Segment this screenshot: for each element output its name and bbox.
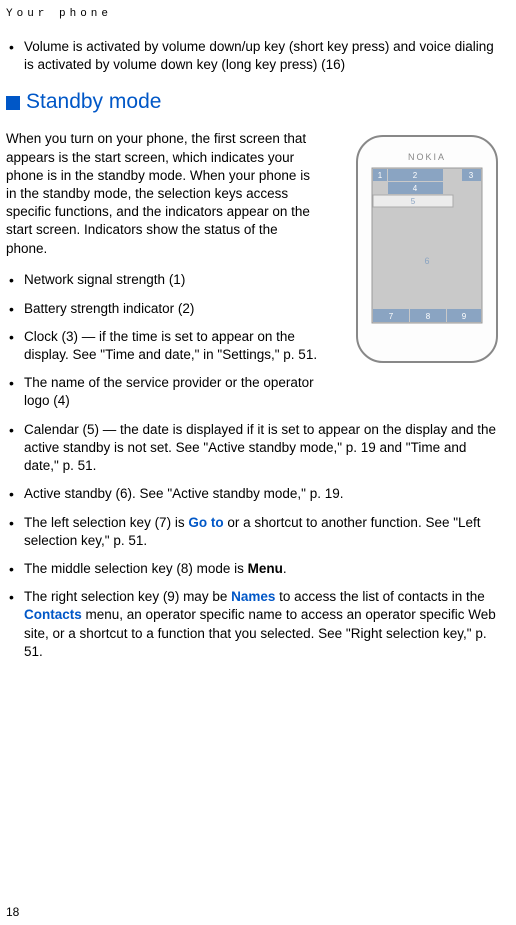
square-icon xyxy=(6,96,20,110)
list-item: The name of the service provider or the … xyxy=(6,374,334,410)
list-item: Calendar (5) — the date is displayed if … xyxy=(6,421,502,476)
svg-text:6: 6 xyxy=(424,256,429,266)
phone-figure: NOKIA 1 2 3 4 5 6 7 xyxy=(352,134,502,364)
svg-text:9: 9 xyxy=(462,312,467,321)
list-item: The left selection key (7) is Go to or a… xyxy=(6,514,502,550)
running-head: Your phone xyxy=(6,8,502,20)
svg-text:3: 3 xyxy=(469,171,474,180)
svg-text:7: 7 xyxy=(389,312,394,321)
bullet-top: Volume is activated by volume down/up ke… xyxy=(6,38,502,74)
svg-text:8: 8 xyxy=(426,312,431,321)
link-names: Names xyxy=(231,589,275,604)
link-contacts: Contacts xyxy=(24,607,82,622)
section-intro: When you turn on your phone, the first s… xyxy=(6,130,316,258)
menu-label: Menu xyxy=(248,561,283,576)
svg-text:2: 2 xyxy=(413,171,418,180)
svg-text:1: 1 xyxy=(378,171,383,180)
svg-text:5: 5 xyxy=(411,197,416,206)
list-item: Active standby (6). See "Active standby … xyxy=(6,485,502,503)
list-item: Clock (3) — if the time is set to appear… xyxy=(6,328,334,364)
list-item: The middle selection key (8) mode is Men… xyxy=(6,560,502,578)
list-item: The right selection key (9) may be Names… xyxy=(6,588,502,661)
phone-illustration: NOKIA 1 2 3 4 5 6 7 xyxy=(352,134,502,364)
list-item: Battery strength indicator (2) xyxy=(6,300,334,318)
svg-text:4: 4 xyxy=(413,184,418,193)
link-goto: Go to xyxy=(188,515,223,530)
section-title: Standby mode xyxy=(26,88,161,116)
page-number: 18 xyxy=(6,905,19,919)
brand-label: NOKIA xyxy=(408,152,446,162)
section-heading: Standby mode xyxy=(6,88,502,116)
list-item: Network signal strength (1) xyxy=(6,271,334,289)
